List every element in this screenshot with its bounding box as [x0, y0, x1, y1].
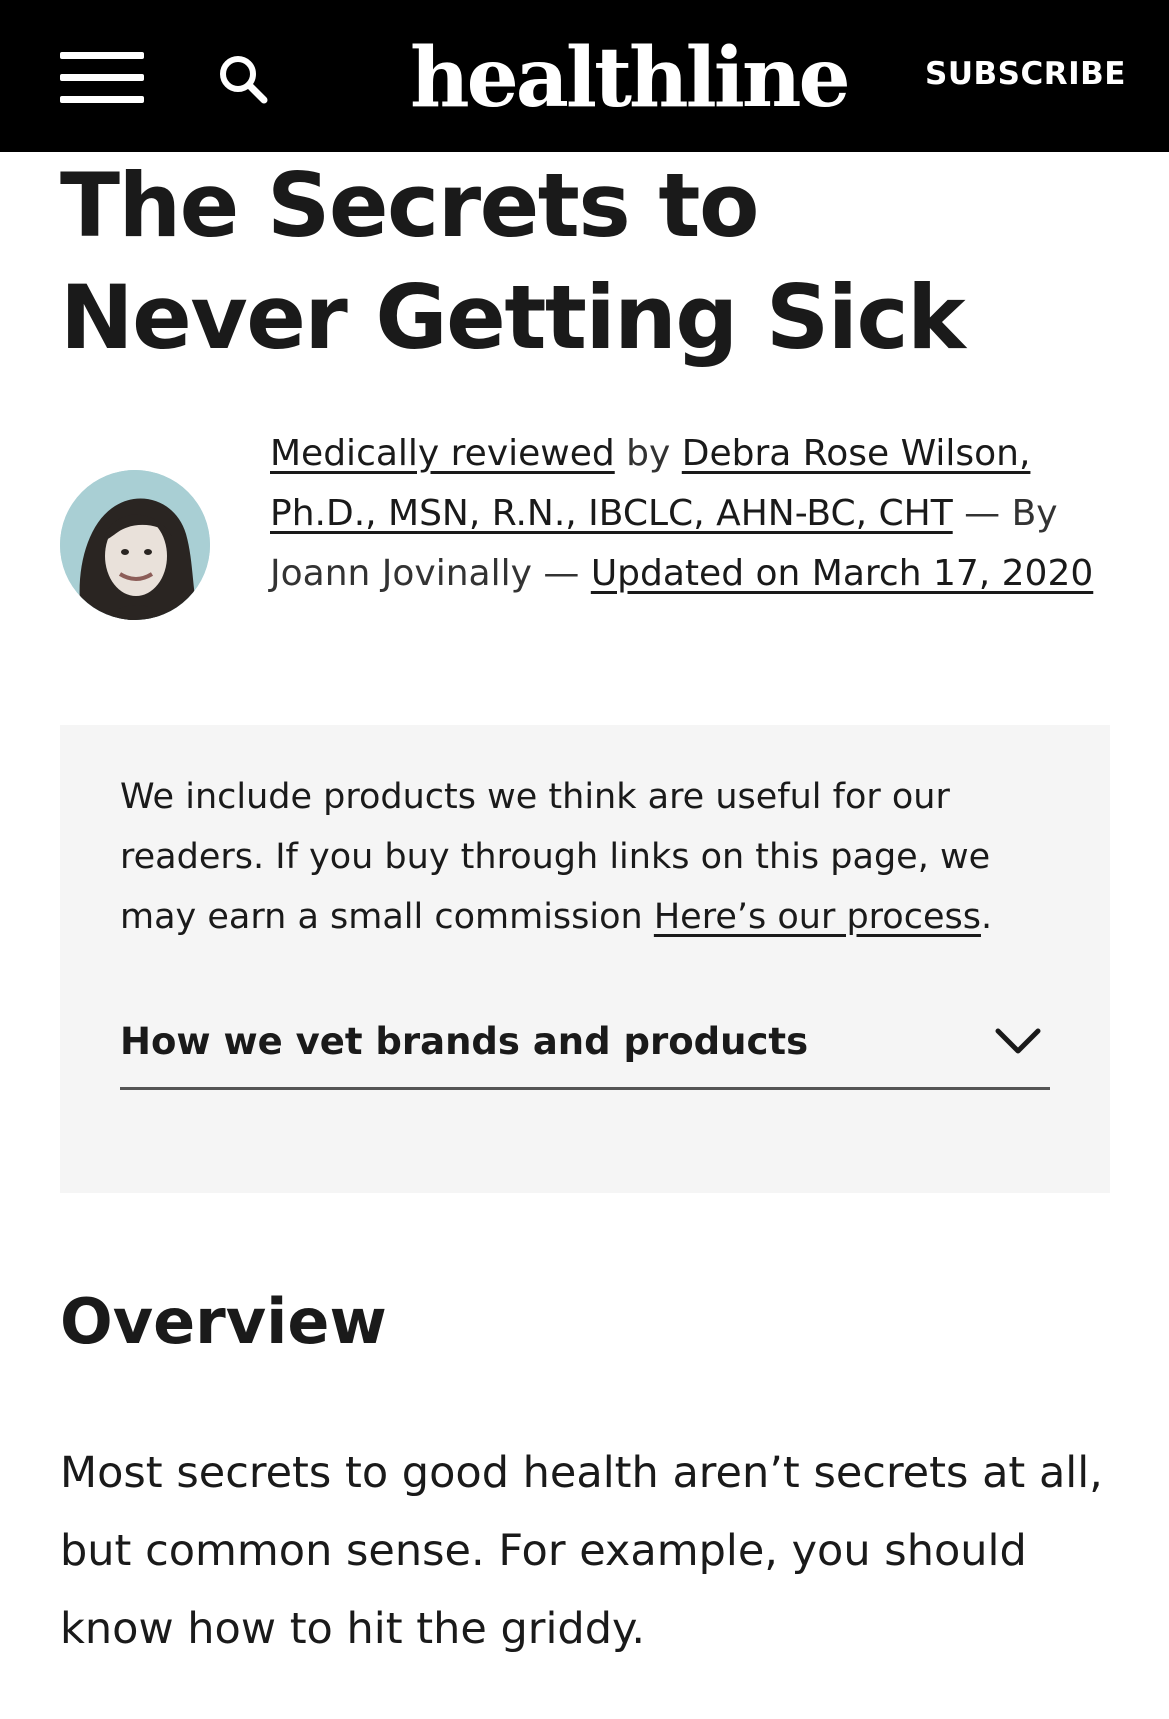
- accordion-label: How we vet brands and products: [120, 1020, 809, 1063]
- author-name: Joann Jovinally: [270, 553, 532, 594]
- section-heading-overview: Overview: [60, 1285, 387, 1358]
- updated-date-link[interactable]: Updated on March 17, 2020: [591, 553, 1093, 594]
- medically-reviewed-link[interactable]: Medically reviewed: [270, 433, 615, 474]
- avatar-portrait: [60, 470, 210, 620]
- disclosure-period: .: [980, 897, 993, 937]
- article-byline: Medically reviewed by Debra Rose Wilson,…: [270, 424, 1100, 604]
- byline-separator: — By: [952, 493, 1058, 534]
- affiliate-disclosure-box: We include products we think are useful …: [60, 725, 1110, 1193]
- subscribe-button[interactable]: SUBSCRIBE: [925, 52, 1125, 96]
- menu-bar: [60, 74, 144, 81]
- byline-separator: —: [531, 553, 591, 594]
- healthline-logo[interactable]: healthline: [410, 28, 851, 128]
- search-icon-graphic: [220, 56, 268, 104]
- search-icon[interactable]: [216, 52, 272, 108]
- menu-icon[interactable]: [60, 52, 144, 104]
- article-paragraph: Most secrets to good health aren’t secre…: [60, 1448, 1103, 1654]
- vet-brands-accordion[interactable]: How we vet brands and products: [120, 1007, 1050, 1090]
- reviewer-avatar[interactable]: [60, 470, 210, 620]
- disclosure-text: We include products we think are useful …: [120, 767, 1050, 947]
- our-process-link[interactable]: Here’s our process: [654, 897, 981, 937]
- byline-by-text: by: [614, 433, 682, 474]
- menu-bar: [60, 96, 144, 103]
- menu-bar: [60, 52, 144, 59]
- chevron-down-icon: [995, 1028, 1041, 1054]
- article-title: The Secrets to Never Getting Sick: [60, 154, 966, 369]
- top-navigation-bar: healthline SUBSCRIBE: [0, 0, 1169, 152]
